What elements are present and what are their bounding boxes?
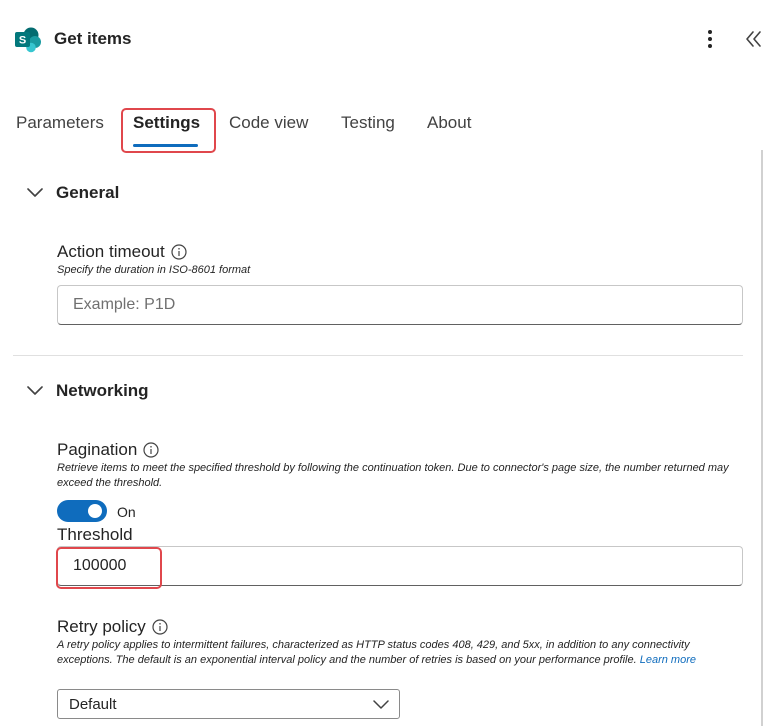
info-icon[interactable] — [152, 619, 168, 635]
action-timeout-input[interactable] — [57, 285, 743, 325]
learn-more-link[interactable]: Learn more — [640, 654, 696, 666]
tab-testing[interactable]: Testing — [341, 113, 395, 133]
pagination-description: Retrieve items to meet the specified thr… — [57, 462, 729, 489]
pagination-toggle-state: On — [117, 504, 136, 520]
info-icon[interactable] — [143, 442, 159, 458]
more-dot-icon — [708, 44, 712, 48]
section-divider — [13, 355, 743, 356]
retry-policy-label: Retry policy — [57, 617, 168, 637]
tab-parameters[interactable]: Parameters — [16, 113, 104, 133]
section-title-general[interactable]: General — [56, 183, 119, 203]
section-title-networking[interactable]: Networking — [56, 381, 149, 401]
threshold-label: Threshold — [57, 525, 133, 544]
tab-about[interactable]: About — [427, 113, 471, 133]
action-timeout-label: Action timeout — [57, 242, 187, 262]
collapse-panel-icon[interactable] — [741, 26, 763, 52]
panel-title: Get items — [54, 29, 132, 48]
chevron-down-icon[interactable] — [27, 185, 43, 201]
logo-letter: S — [19, 35, 26, 47]
pagination-toggle[interactable] — [57, 500, 107, 522]
tab-code-view[interactable]: Code view — [229, 113, 308, 133]
chevron-down-icon — [373, 700, 389, 709]
chevron-down-icon[interactable] — [27, 383, 43, 399]
sharepoint-logo-icon: S — [15, 27, 41, 53]
more-dot-icon — [708, 37, 712, 41]
threshold-input[interactable] — [57, 546, 743, 586]
info-icon[interactable] — [171, 244, 187, 260]
settings-tab-highlight — [121, 108, 216, 153]
more-dot-icon — [708, 30, 712, 34]
toggle-knob — [88, 504, 102, 518]
action-timeout-description: Specify the duration in ISO-8601 format — [57, 264, 251, 276]
retry-policy-description: A retry policy applies to intermittent f… — [57, 639, 696, 666]
pagination-label: Pagination — [57, 440, 159, 460]
retry-policy-selected-value: Default — [69, 696, 117, 713]
retry-policy-select[interactable]: Default — [57, 689, 400, 719]
more-options-button[interactable] — [698, 26, 722, 52]
